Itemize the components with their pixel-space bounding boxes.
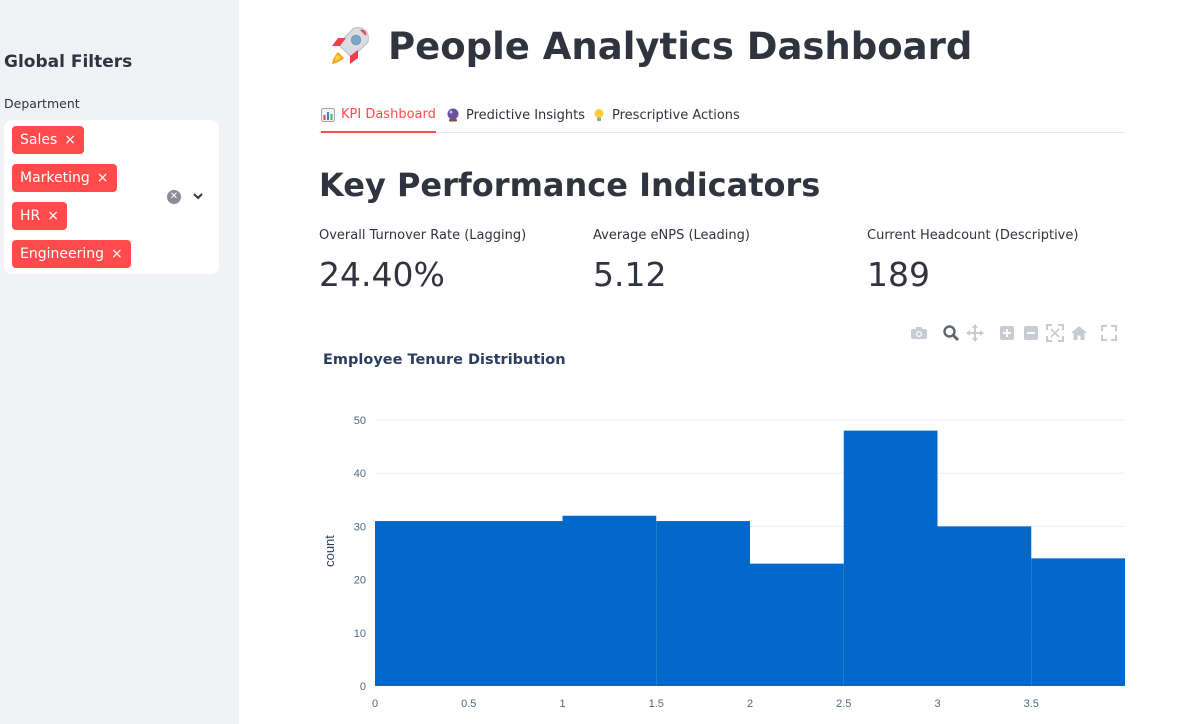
histogram-bar[interactable]	[937, 526, 1032, 686]
x-tick-label: 1.5	[649, 698, 664, 710]
x-tick-label: 2.5	[836, 698, 851, 710]
y-axis-label: count	[322, 535, 337, 567]
y-tick-label: 10	[354, 628, 366, 640]
x-tick-label: 0.5	[461, 698, 476, 710]
tenure-histogram: 0 10 20 30 40 50 0 0.5 1 1.5 2 2.5 3 3.5 count	[322, 415, 1125, 710]
histogram-bar[interactable]	[750, 563, 844, 686]
histogram-bar[interactable]	[843, 430, 938, 686]
histogram-bar[interactable]	[656, 521, 750, 686]
y-tick-label: 20	[354, 575, 366, 587]
y-tick-label: 40	[354, 468, 366, 480]
x-tick-label: 3.5	[1024, 698, 1039, 710]
histogram-bar[interactable]	[375, 521, 563, 686]
histogram-bar[interactable]	[562, 515, 657, 686]
y-tick-label: 50	[354, 415, 366, 427]
x-tick-label: 2	[747, 698, 753, 710]
histogram-bar[interactable]	[1031, 558, 1125, 686]
y-tick-label: 0	[360, 681, 366, 693]
y-tick-label: 30	[354, 521, 366, 533]
x-tick-label: 1	[559, 698, 565, 710]
bars	[375, 430, 1125, 686]
x-tick-label: 3	[934, 698, 940, 710]
x-tick-label: 0	[372, 698, 378, 710]
